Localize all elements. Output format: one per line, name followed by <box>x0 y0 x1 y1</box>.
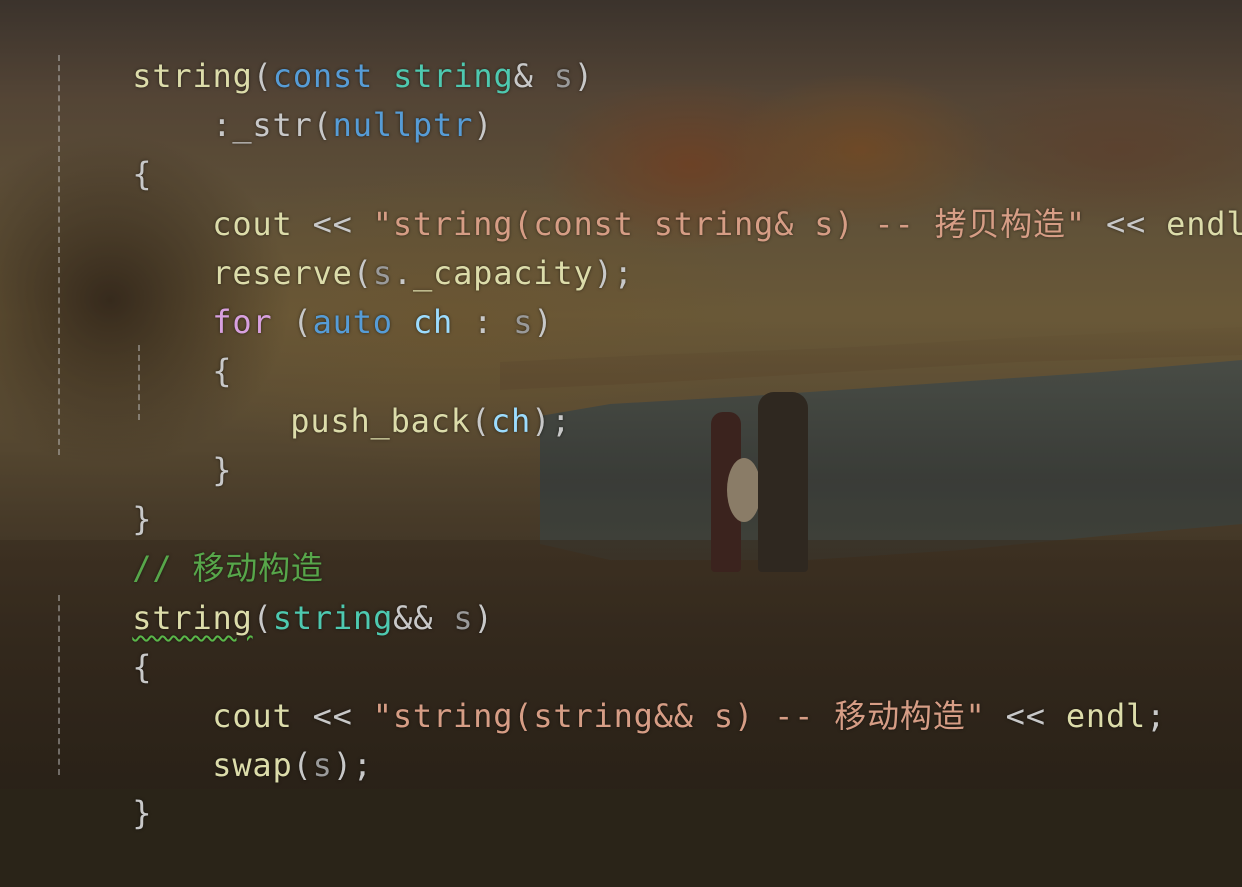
token-parameter: s <box>533 57 574 95</box>
token-punct: ( <box>470 402 491 440</box>
token-parameter: s <box>312 746 333 784</box>
code-line[interactable]: string(const string& s) <box>52 3 594 95</box>
token-type: string <box>272 599 394 637</box>
code-line[interactable]: } <box>132 397 232 489</box>
code-line[interactable]: swap(s); <box>132 692 373 784</box>
token-function: swap <box>212 746 293 784</box>
token-operator: << <box>985 697 1066 735</box>
token-punct: ) <box>533 303 554 341</box>
code-line[interactable]: { <box>52 101 152 193</box>
token-punct: ); <box>332 746 373 784</box>
token-punct: ( <box>272 303 313 341</box>
token-member-init: :_str <box>212 106 313 144</box>
token-punct: ; <box>1146 697 1167 735</box>
token-punct: && <box>393 599 434 637</box>
token-punct: ); <box>593 254 634 292</box>
token-identifier: endl <box>1065 697 1147 735</box>
token-operator: << <box>1085 205 1167 243</box>
token-punct: ( <box>252 599 273 637</box>
token-punct: ) <box>473 599 494 637</box>
token-identifier: endl <box>1166 205 1242 243</box>
code-line[interactable]: { <box>132 298 232 390</box>
token-punct: : <box>453 303 514 341</box>
token-function: push_back <box>290 402 471 440</box>
token-punct: ) <box>473 106 494 144</box>
token-parameter: s <box>433 599 474 637</box>
token-punct: ) <box>573 57 594 95</box>
code-editor[interactable]: string(const string& s) :_str(nullptr) {… <box>0 0 1242 832</box>
token-punct: ( <box>312 106 333 144</box>
token-brace: } <box>132 794 153 832</box>
code-line[interactable]: :_str(nullptr) <box>132 52 493 144</box>
code-line[interactable]: } <box>52 740 152 832</box>
token-parameter: s <box>513 303 534 341</box>
code-line[interactable]: reserve(s._capacity); <box>132 200 634 292</box>
token-keyword: auto <box>312 303 393 341</box>
code-line[interactable]: { <box>52 594 152 686</box>
code-line[interactable]: // 移动构造 <box>52 495 324 587</box>
token-punct: & <box>513 57 534 95</box>
token-brace: } <box>212 451 233 489</box>
code-line[interactable]: } <box>52 446 152 538</box>
token-variable: ch <box>490 402 532 440</box>
token-punct: ( <box>292 746 313 784</box>
code-line[interactable]: cout << "string(string&& s) -- 移动构造" << … <box>132 643 1166 735</box>
token-punct: ); <box>531 402 572 440</box>
code-line[interactable]: string(string&& s) <box>52 545 494 637</box>
code-line[interactable]: cout << "string(const string& s) -- 拷贝构造… <box>132 151 1242 243</box>
token-variable: ch <box>412 303 454 341</box>
token-keyword: nullptr <box>332 106 474 144</box>
code-line[interactable]: push_back(ch); <box>210 348 571 440</box>
token-string: "string(string&& s) -- 移动构造" <box>372 697 986 735</box>
code-line[interactable]: for (auto ch : s) <box>132 249 553 341</box>
